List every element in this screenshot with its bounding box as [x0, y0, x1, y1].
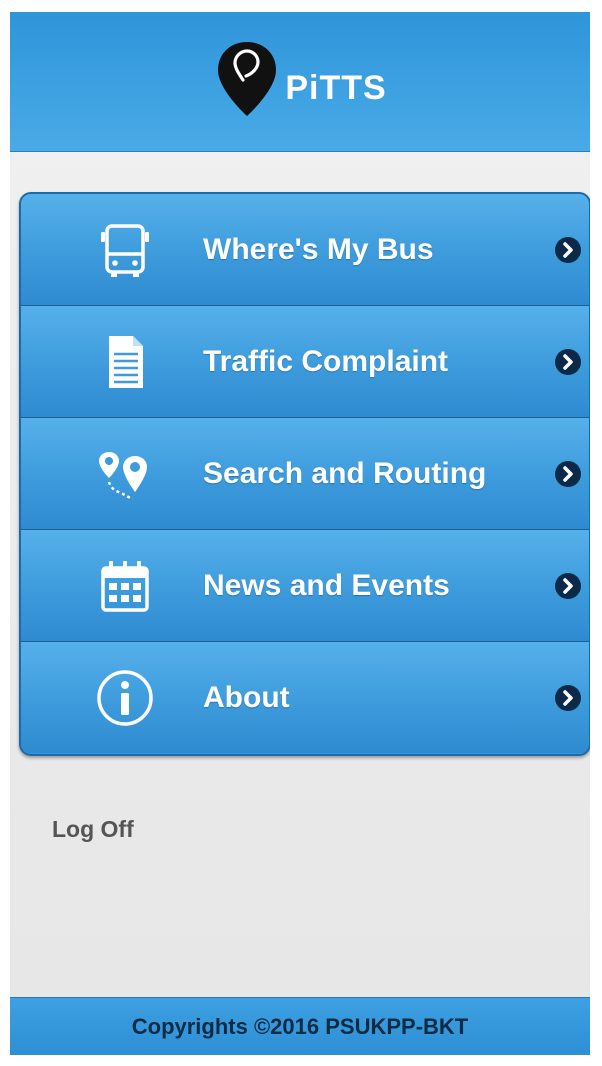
- menu-item-about[interactable]: About: [21, 642, 589, 753]
- calendar-icon: [93, 554, 157, 618]
- info-icon: [93, 666, 157, 730]
- chevron-right-icon: [555, 236, 581, 263]
- menu-item-search-and-routing[interactable]: Search and Routing: [21, 418, 589, 530]
- main-menu: Where's My Bus Traffic Complaint Search …: [19, 192, 590, 756]
- menu-item-label: About: [203, 680, 290, 714]
- menu-item-label: Search and Routing: [203, 456, 487, 490]
- map-pin-icon: [218, 42, 277, 116]
- app-screen: PiTTS Where's My Bus Traffic Complaint S…: [10, 12, 590, 1055]
- menu-item-label: Traffic Complaint: [203, 344, 449, 378]
- app-footer: Copyrights ©2016 PSUKPP-BKT: [10, 997, 590, 1055]
- menu-item-label: News and Events: [203, 568, 450, 602]
- route-icon: [93, 442, 157, 506]
- chevron-right-icon: [555, 572, 581, 599]
- app-header: PiTTS: [10, 12, 590, 152]
- app-logo: PiTTS: [10, 34, 590, 124]
- copyright-text: Copyrights ©2016 PSUKPP-BKT: [131, 1014, 469, 1039]
- menu-item-wheres-my-bus[interactable]: Where's My Bus: [21, 194, 589, 306]
- logoff-link[interactable]: Log Off: [52, 816, 134, 843]
- menu-item-label: Where's My Bus: [203, 232, 434, 266]
- chevron-right-icon: [555, 348, 581, 375]
- menu-item-traffic-complaint[interactable]: Traffic Complaint: [21, 306, 589, 418]
- chevron-right-icon: [555, 684, 581, 711]
- app-title: PiTTS: [285, 68, 387, 107]
- chevron-right-icon: [555, 460, 581, 487]
- document-icon: [93, 330, 157, 394]
- menu-item-news-and-events[interactable]: News and Events: [21, 530, 589, 642]
- bus-icon: [93, 218, 157, 282]
